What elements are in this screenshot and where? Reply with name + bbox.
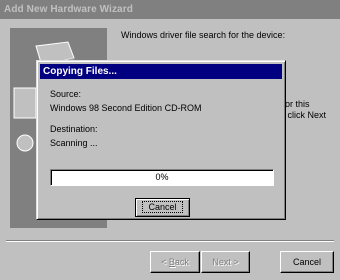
wizard-heading: Windows driver file search for the devic… (121, 30, 286, 40)
destination-label: Destination: (50, 124, 98, 134)
next-button-label: Next (212, 257, 231, 267)
scanning-status: Scanning ... (50, 138, 98, 148)
back-button-prefix: < (161, 257, 169, 267)
copy-progress-text: 0% (155, 172, 169, 182)
copying-files-title[interactable]: Copying Files... (40, 64, 282, 79)
source-label: Source: (50, 89, 82, 99)
back-button-rest: ack (174, 257, 189, 267)
copy-progress-bar: 0% (50, 169, 274, 186)
back-button[interactable]: < Back (150, 251, 200, 273)
copy-cancel-label: Cancel (142, 201, 183, 213)
add-hardware-wizard-window: Add New Hardware Wizard Windows driver f… (0, 0, 340, 280)
source-value: Windows 98 Second Edition CD-ROM (50, 103, 202, 113)
wizard-cancel-button[interactable]: Cancel (280, 251, 334, 273)
copying-files-dialog: Copying Files... Source: Windows 98 Seco… (36, 60, 286, 220)
next-button[interactable]: Next > (201, 251, 250, 273)
next-button-suffix: > (230, 257, 239, 267)
wizard-title-bar[interactable]: Add New Hardware Wizard (0, 0, 340, 19)
wizard-separator (6, 240, 334, 242)
copy-cancel-button[interactable]: Cancel (135, 198, 190, 217)
